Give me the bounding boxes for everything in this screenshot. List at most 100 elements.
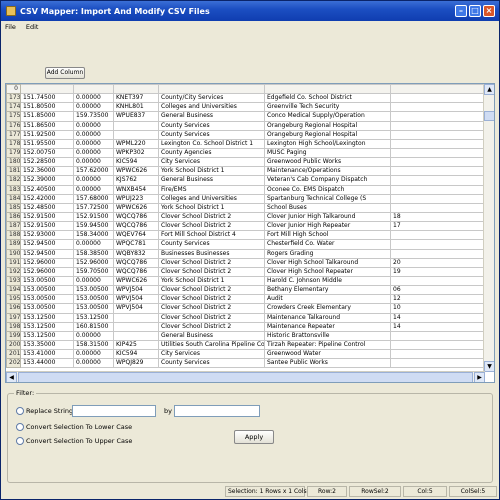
- table-cell[interactable]: [113, 84, 159, 95]
- horizontal-scrollbar[interactable]: ◀ ▶: [6, 371, 485, 382]
- table-cell[interactable]: WPUJ223: [113, 193, 159, 204]
- table-cell[interactable]: Greenwood Public Works: [264, 157, 391, 168]
- table-cell[interactable]: Chesterfield Co. Water: [264, 239, 391, 250]
- table-cell[interactable]: 157.72500: [73, 202, 114, 213]
- table-cell[interactable]: 152.91500: [73, 211, 114, 223]
- table-cell[interactable]: WPWC626: [113, 166, 159, 177]
- table-cell[interactable]: Clover School District 2: [158, 294, 265, 305]
- table-row[interactable]: 173 151.74500 0.00000 KNET397 County/City Se…: [6, 93, 485, 104]
- table-cell[interactable]: WPWC626: [113, 275, 159, 287]
- minimize-icon[interactable]: –: [455, 5, 467, 17]
- table-cell[interactable]: Clover School District 2: [158, 211, 265, 223]
- table-cell[interactable]: 0.00000: [73, 102, 114, 113]
- table-cell[interactable]: KNHL801: [113, 102, 159, 113]
- table-cell[interactable]: County/City Services: [158, 93, 265, 104]
- vertical-scrollbar[interactable]: ▲ ▼: [483, 84, 494, 372]
- table-row[interactable]: 176 151.86500 0.00000 County Services Orange…: [6, 120, 485, 131]
- table-cell[interactable]: 06: [390, 285, 485, 296]
- table-cell[interactable]: Edgefield Co. School District: [264, 93, 391, 104]
- table-cell[interactable]: Fire/EMS: [158, 184, 265, 195]
- table-cell[interactable]: 0.00000: [73, 358, 114, 369]
- table-row[interactable]: 182 152.39000 0.00000 KJS762 General Busines…: [6, 175, 485, 186]
- scroll-down-icon[interactable]: ▼: [484, 361, 494, 372]
- table-cell[interactable]: 151.74500: [20, 93, 74, 104]
- table-cell[interactable]: [390, 175, 485, 186]
- table-cell[interactable]: Clover High School Repeater: [264, 266, 391, 277]
- table-cell[interactable]: 17: [390, 221, 485, 232]
- table-cell[interactable]: County Services: [158, 239, 265, 250]
- table-cell[interactable]: [390, 239, 485, 250]
- table-cell[interactable]: 152.96000: [73, 257, 114, 268]
- table-row[interactable]: 174 151.80500 0.00000 KNHL801 Colleges and U…: [6, 102, 485, 113]
- table-cell[interactable]: Crowders Creek Elementary: [264, 303, 391, 314]
- scroll-right-icon[interactable]: ▶: [474, 372, 485, 382]
- table-cell[interactable]: 151.86500: [20, 120, 74, 131]
- table-cell[interactable]: 152.93000: [20, 230, 74, 241]
- upper-case-radio[interactable]: [16, 437, 24, 445]
- table-cell[interactable]: [390, 248, 485, 259]
- add-column-button[interactable]: Add Column: [45, 67, 85, 79]
- table-cell[interactable]: 153.00500: [20, 303, 74, 314]
- table-row[interactable]: 189 152.94500 0.00000 WPQC781 County Service…: [6, 239, 485, 250]
- table-cell[interactable]: [390, 193, 485, 204]
- table-cell[interactable]: 153.00500: [73, 285, 114, 296]
- table-cell[interactable]: 151.85000: [20, 111, 74, 122]
- table-row[interactable]: 187 152.91500 159.94500 WQCQ786 Clover Schoo…: [6, 221, 485, 232]
- table-cell[interactable]: MUSC Paging: [264, 147, 391, 159]
- table-cell[interactable]: WPVJ504: [113, 294, 159, 305]
- table-cell[interactable]: 152.48500: [20, 202, 74, 213]
- data-grid[interactable]: 0 173 151.74500 0.00000 KNET397 County/City S…: [5, 83, 495, 383]
- table-cell[interactable]: 0.00000: [73, 93, 114, 104]
- table-cell[interactable]: 158.34000: [73, 230, 114, 241]
- table-cell[interactable]: Conco Medical Supply/Operation: [264, 111, 391, 122]
- table-cell[interactable]: Maintenance Repeater: [264, 321, 391, 332]
- table-row[interactable]: 199 153.12500 0.00000 General Business Histo…: [6, 330, 485, 341]
- table-cell[interactable]: WNXB454: [113, 184, 159, 195]
- table-cell[interactable]: 152.28500: [20, 157, 74, 168]
- table-cell[interactable]: 152.96000: [20, 266, 74, 277]
- table-cell[interactable]: [158, 84, 265, 95]
- table-cell[interactable]: City Services: [158, 349, 265, 360]
- table-cell[interactable]: General Business: [158, 175, 265, 186]
- table-cell[interactable]: 158.38500: [73, 248, 114, 259]
- table-row[interactable]: 186 152.91500 152.91500 WQCQ786 Clover Schoo…: [6, 211, 485, 223]
- table-cell[interactable]: 153.12500: [20, 321, 74, 332]
- table-cell[interactable]: 19: [390, 266, 485, 277]
- table-cell[interactable]: WPUE837: [113, 111, 159, 122]
- table-row[interactable]: 201 153.41000 0.00000 KIC594 City Services Gr…: [6, 349, 485, 360]
- table-cell[interactable]: [113, 321, 159, 332]
- table-cell[interactable]: Clover School District 2: [158, 221, 265, 232]
- table-cell[interactable]: WPVJ504: [113, 285, 159, 296]
- table-row[interactable]: 198 153.12500 160.81500 Clover School Distr…: [6, 321, 485, 332]
- vertical-scroll-thumb[interactable]: [484, 111, 494, 121]
- table-cell[interactable]: 10: [390, 303, 485, 314]
- table-cell[interactable]: [390, 147, 485, 159]
- replace-string-radio[interactable]: [16, 407, 24, 415]
- table-row[interactable]: 196 153.00500 153.00500 WPVJ504 Clover Schoo…: [6, 303, 485, 314]
- table-cell[interactable]: Clover Junior High Talkaround: [264, 211, 391, 223]
- replace-string-input[interactable]: [72, 405, 156, 417]
- table-cell[interactable]: 152.91500: [20, 221, 74, 232]
- table-cell[interactable]: KIC594: [113, 349, 159, 360]
- table-cell[interactable]: 153.00500: [73, 294, 114, 305]
- grid-header-row[interactable]: 0: [6, 84, 485, 95]
- table-cell[interactable]: 152.36000: [20, 166, 74, 177]
- table-cell[interactable]: [390, 102, 485, 113]
- table-cell[interactable]: 0.00000: [73, 184, 114, 195]
- table-cell[interactable]: York School District 1: [158, 275, 265, 287]
- table-cell[interactable]: Orangeburg Regional Hospital: [264, 120, 391, 131]
- table-cell[interactable]: Rogers Grading: [264, 248, 391, 259]
- table-cell[interactable]: Oconee Co. EMS Dispatch: [264, 184, 391, 195]
- table-cell[interactable]: 18: [390, 211, 485, 223]
- table-cell[interactable]: [390, 138, 485, 149]
- table-cell[interactable]: Harold C. Johnson Middle: [264, 275, 391, 287]
- table-cell[interactable]: 0.00000: [73, 129, 114, 140]
- scroll-left-icon[interactable]: ◀: [6, 372, 17, 382]
- table-row[interactable]: 175 151.85000 159.73500 WPUE837 General Busi…: [6, 111, 485, 122]
- table-cell[interactable]: [390, 157, 485, 168]
- table-cell[interactable]: General Business: [158, 111, 265, 122]
- replacement-input[interactable]: [174, 405, 260, 417]
- table-cell[interactable]: [390, 166, 485, 177]
- table-row[interactable]: 188 152.93000 158.34000 WQEV764 Fort Mill Sc…: [6, 230, 485, 241]
- table-cell[interactable]: WPVJ504: [113, 303, 159, 314]
